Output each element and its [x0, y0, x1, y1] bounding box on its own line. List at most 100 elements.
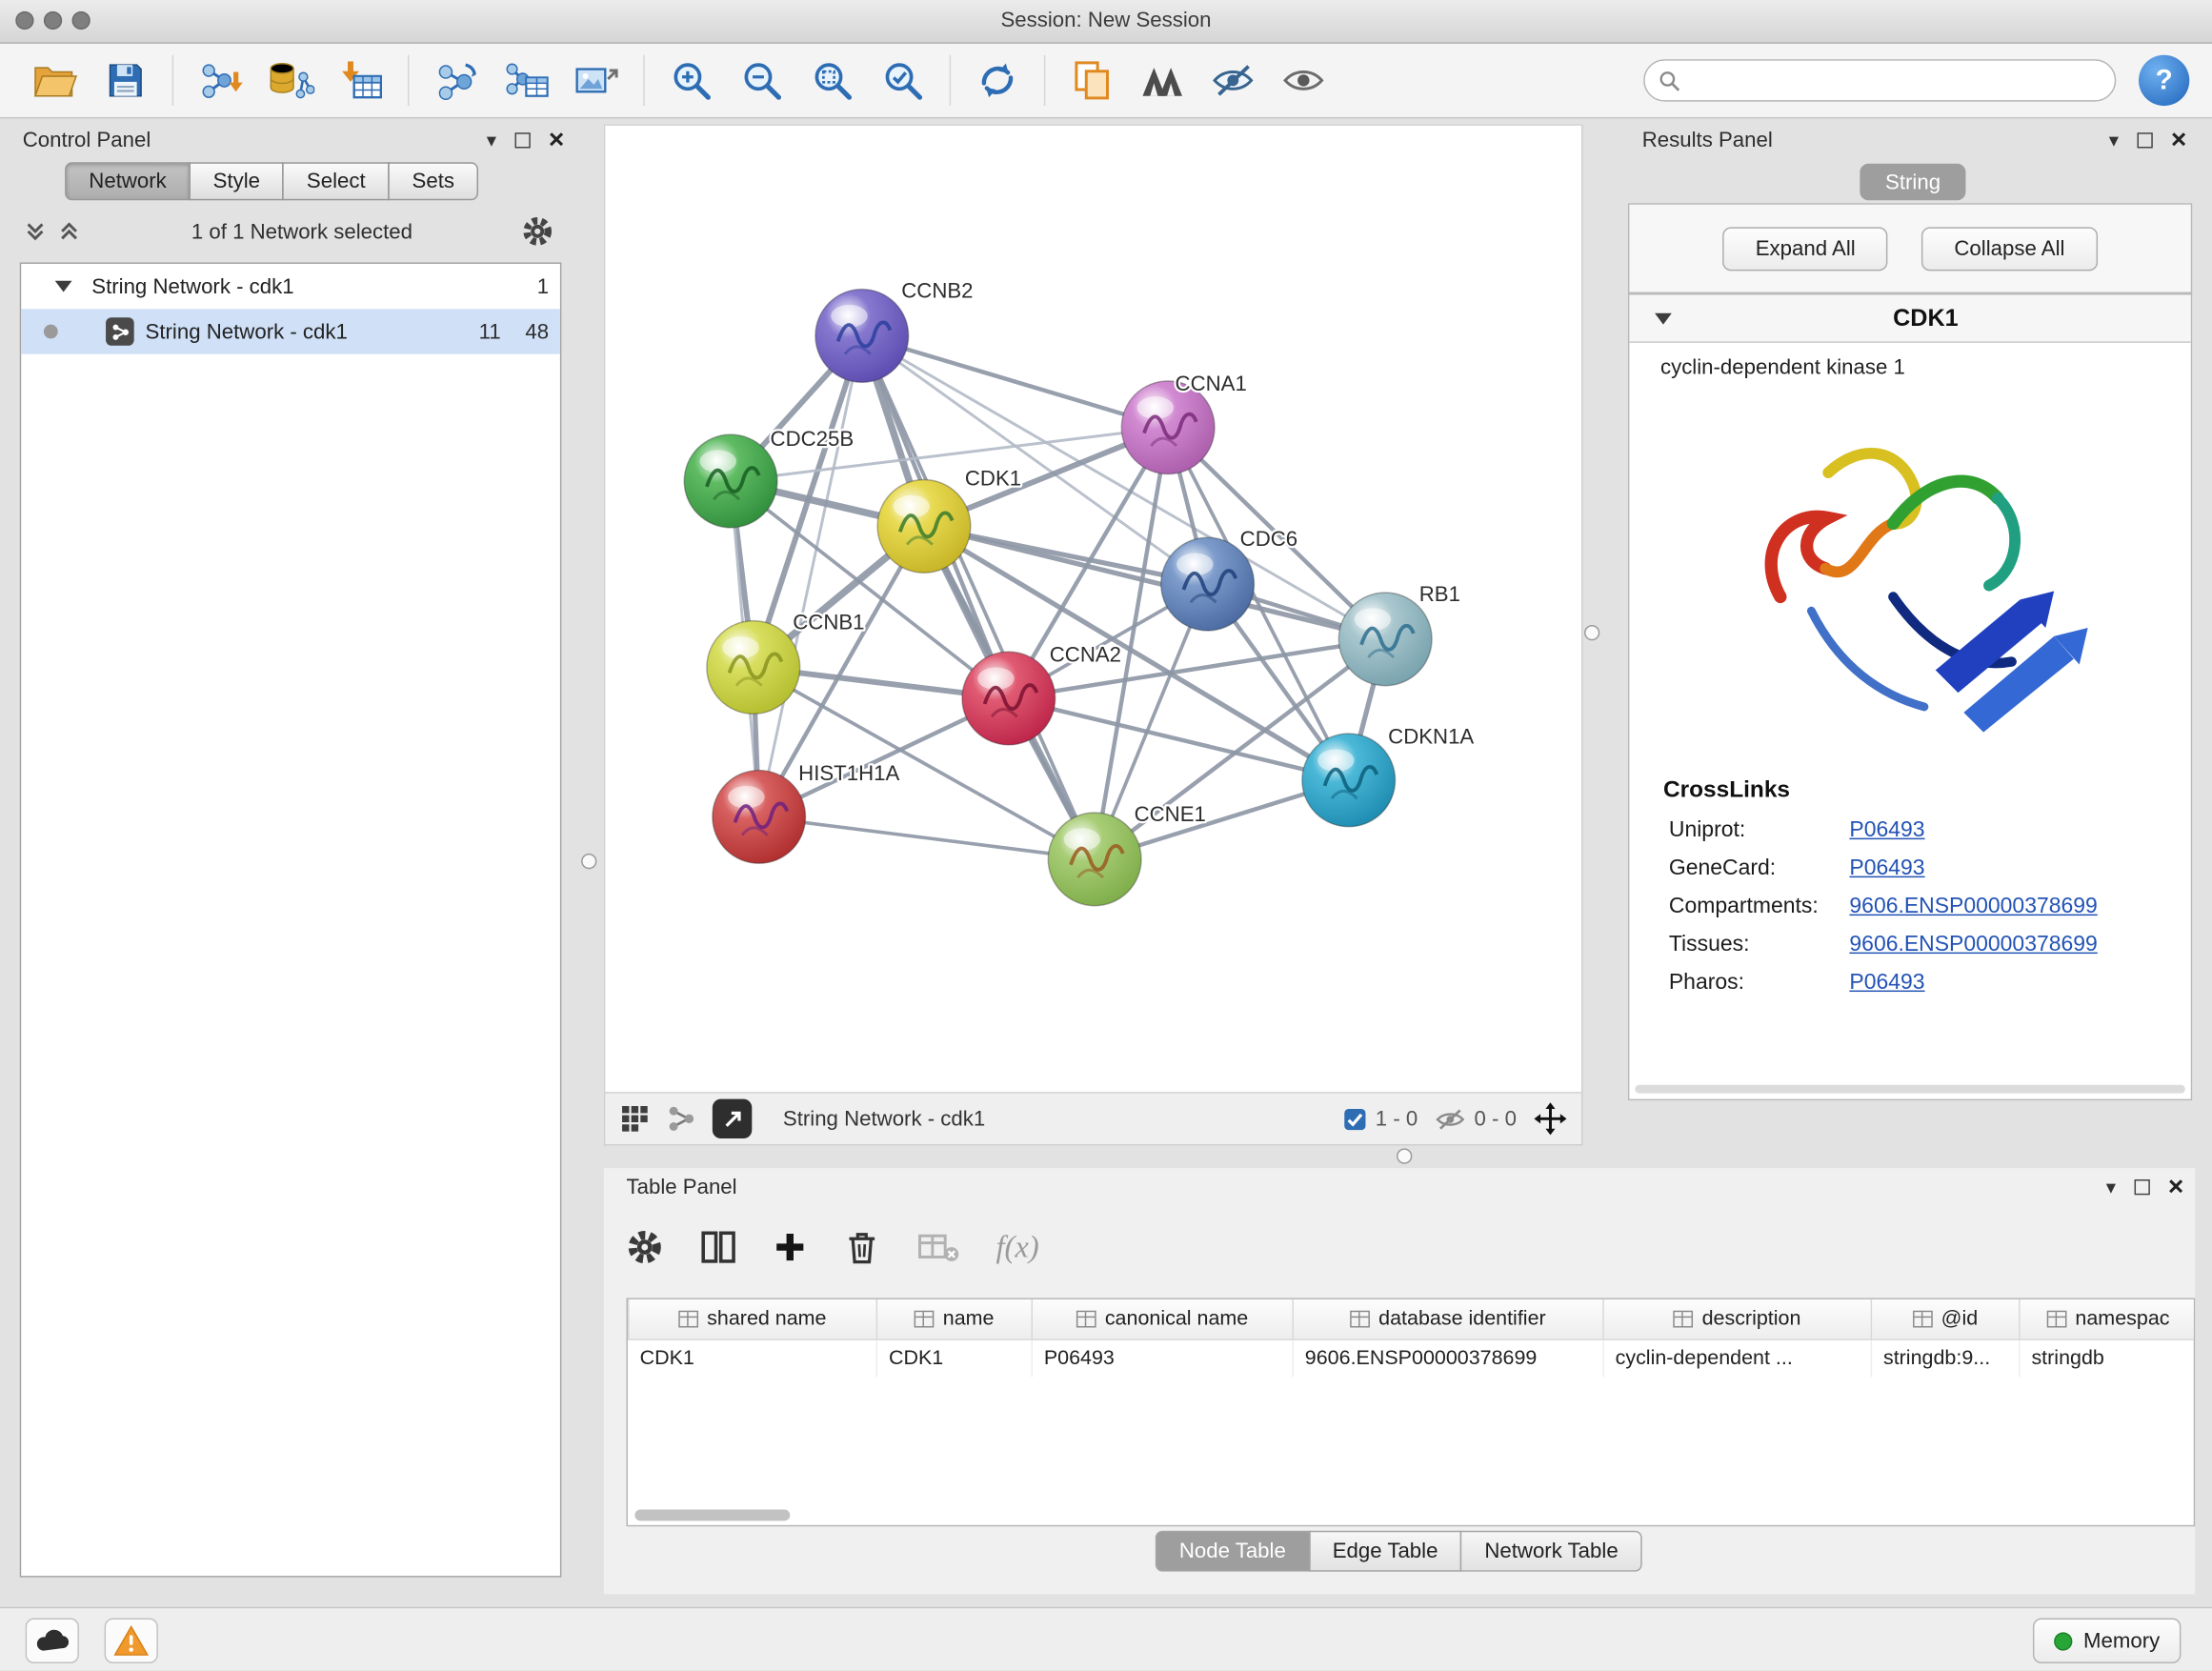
save-session-button[interactable]	[90, 48, 161, 112]
network-node-CCNB1[interactable]	[707, 621, 800, 715]
float-panel-icon[interactable]	[514, 131, 530, 147]
network-node-CCNA2[interactable]	[962, 652, 1056, 745]
expand-all-icon[interactable]	[56, 219, 82, 245]
cell-name[interactable]: CDK1	[876, 1339, 1032, 1377]
network-node-RB1[interactable]	[1338, 593, 1432, 686]
column-header[interactable]: canonical name	[1032, 1299, 1293, 1339]
tab-string[interactable]: String	[1860, 164, 1965, 201]
network-node-CCNB2[interactable]	[815, 290, 909, 383]
float-panel-icon[interactable]	[2134, 1178, 2149, 1194]
cell-shared-name[interactable]: CDK1	[629, 1339, 877, 1377]
panel-menu-icon[interactable]: ▾	[487, 128, 496, 151]
bottom-splitter-handle[interactable]	[1397, 1148, 1412, 1163]
network-canvas[interactable]: CCNB2CCNA1CDC25BCDK1CDC6RB1CCNB1CCNA2CDK…	[605, 126, 1581, 1092]
cell-description[interactable]: cyclin-dependent ...	[1603, 1339, 1871, 1377]
tab-network[interactable]: Network	[65, 162, 191, 200]
network-node-HIST1H1A[interactable]	[713, 771, 806, 864]
pan-move-icon[interactable]	[1534, 1102, 1568, 1137]
collapse-all-button[interactable]: Collapse All	[1921, 227, 2097, 271]
export-image-button[interactable]	[561, 48, 632, 112]
tissues-link[interactable]: 9606.ENSP00000378699	[1849, 933, 2097, 958]
network-row[interactable]: String Network - cdk1 11 48	[21, 309, 560, 353]
external-link-button[interactable]	[713, 1099, 752, 1138]
network-node-CDC6[interactable]	[1161, 537, 1255, 631]
tab-node-table[interactable]: Node Table	[1156, 1531, 1310, 1572]
delete-column-icon[interactable]	[844, 1229, 881, 1266]
tab-style[interactable]: Style	[189, 162, 284, 200]
column-header[interactable]: namespac	[2020, 1299, 2195, 1339]
network-table-button[interactable]	[491, 48, 561, 112]
pharos-link[interactable]: P06493	[1849, 971, 1924, 997]
disclosure-triangle-icon[interactable]	[55, 281, 72, 292]
network-edge[interactable]	[924, 526, 1385, 638]
tab-select[interactable]: Select	[283, 162, 390, 200]
zoom-out-button[interactable]	[727, 48, 797, 112]
network-overview-button[interactable]	[1127, 48, 1197, 112]
protein-card-header[interactable]: CDK1	[1629, 295, 2190, 343]
network-node-CCNE1[interactable]	[1048, 813, 1141, 906]
network-from-selection-button[interactable]	[420, 48, 491, 112]
column-header[interactable]: name	[876, 1299, 1032, 1339]
tab-sets[interactable]: Sets	[388, 162, 478, 200]
grid-view-icon[interactable]	[619, 1103, 651, 1135]
table-row[interactable]: CDK1 CDK1 P06493 9606.ENSP00000378699 cy…	[629, 1339, 2196, 1377]
network-edge[interactable]	[759, 816, 1095, 858]
collapse-all-icon[interactable]	[23, 219, 49, 245]
panel-menu-icon[interactable]: ▾	[2109, 128, 2119, 151]
network-node-CDC25B[interactable]	[684, 434, 777, 528]
close-panel-icon[interactable]: ×	[549, 131, 564, 147]
column-header[interactable]: database identifier	[1293, 1299, 1603, 1339]
share-view-icon[interactable]	[667, 1105, 695, 1134]
column-header[interactable]: shared name	[629, 1299, 877, 1339]
panel-menu-icon[interactable]: ▾	[2106, 1175, 2116, 1198]
network-node-CDKN1A[interactable]	[1302, 734, 1396, 827]
close-panel-icon[interactable]: ×	[2168, 1178, 2183, 1194]
column-header[interactable]: @id	[1871, 1299, 2019, 1339]
results-horizontal-scrollbar[interactable]	[1635, 1085, 2185, 1094]
search-input[interactable]	[1689, 68, 2101, 93]
function-builder-button[interactable]: f(x)	[995, 1229, 1038, 1266]
copy-document-button[interactable]	[1056, 48, 1127, 112]
cloud-status-button[interactable]	[26, 1619, 79, 1663]
warning-button[interactable]	[105, 1619, 158, 1663]
right-splitter-handle[interactable]	[1584, 625, 1599, 640]
uniprot-link[interactable]: P06493	[1849, 818, 1924, 844]
tab-network-table[interactable]: Network Table	[1460, 1531, 1642, 1572]
tab-edge-table[interactable]: Edge Table	[1309, 1531, 1462, 1572]
hidden-eye-slash-icon[interactable]	[1435, 1107, 1466, 1131]
selected-checkbox-icon[interactable]	[1343, 1107, 1367, 1131]
import-table-file-button[interactable]	[326, 48, 396, 112]
column-selector-icon[interactable]	[700, 1229, 737, 1266]
help-button[interactable]: ?	[2139, 55, 2189, 106]
cell-database-identifier[interactable]: 9606.ENSP00000378699	[1293, 1339, 1603, 1377]
show-all-button[interactable]	[1268, 48, 1338, 112]
column-header[interactable]: description	[1603, 1299, 1871, 1339]
cell-canonical-name[interactable]: P06493	[1032, 1339, 1293, 1377]
zoom-fit-button[interactable]	[797, 48, 868, 112]
expand-all-button[interactable]: Expand All	[1723, 227, 1888, 271]
network-edge[interactable]	[862, 335, 1168, 427]
open-session-button[interactable]	[20, 48, 90, 112]
table-settings-gear-icon[interactable]	[627, 1229, 664, 1266]
refresh-network-button[interactable]	[962, 48, 1033, 112]
network-node-CDK1[interactable]	[877, 479, 971, 573]
network-collection-row[interactable]: String Network - cdk1 1	[21, 264, 560, 309]
hide-selected-button[interactable]	[1197, 48, 1268, 112]
collapse-card-icon[interactable]	[1655, 312, 1672, 324]
cell-namespace[interactable]: stringdb	[2020, 1339, 2195, 1377]
genecard-link[interactable]: P06493	[1849, 856, 1924, 882]
delete-table-icon[interactable]	[917, 1230, 959, 1264]
table-horizontal-scrollbar[interactable]	[634, 1510, 790, 1521]
import-network-database-button[interactable]	[255, 48, 326, 112]
compartments-link[interactable]: 9606.ENSP00000378699	[1849, 895, 2097, 920]
close-panel-icon[interactable]: ×	[2171, 131, 2186, 147]
memory-button[interactable]: Memory	[2033, 1619, 2182, 1663]
add-column-icon[interactable]	[774, 1230, 808, 1264]
import-network-file-button[interactable]	[185, 48, 255, 112]
left-splitter-handle[interactable]	[581, 854, 596, 869]
cell-id[interactable]: stringdb:9...	[1871, 1339, 2019, 1377]
zoom-selected-button[interactable]	[868, 48, 938, 112]
gear-icon[interactable]	[522, 216, 553, 248]
zoom-in-button[interactable]	[656, 48, 727, 112]
network-edge[interactable]	[759, 335, 862, 816]
